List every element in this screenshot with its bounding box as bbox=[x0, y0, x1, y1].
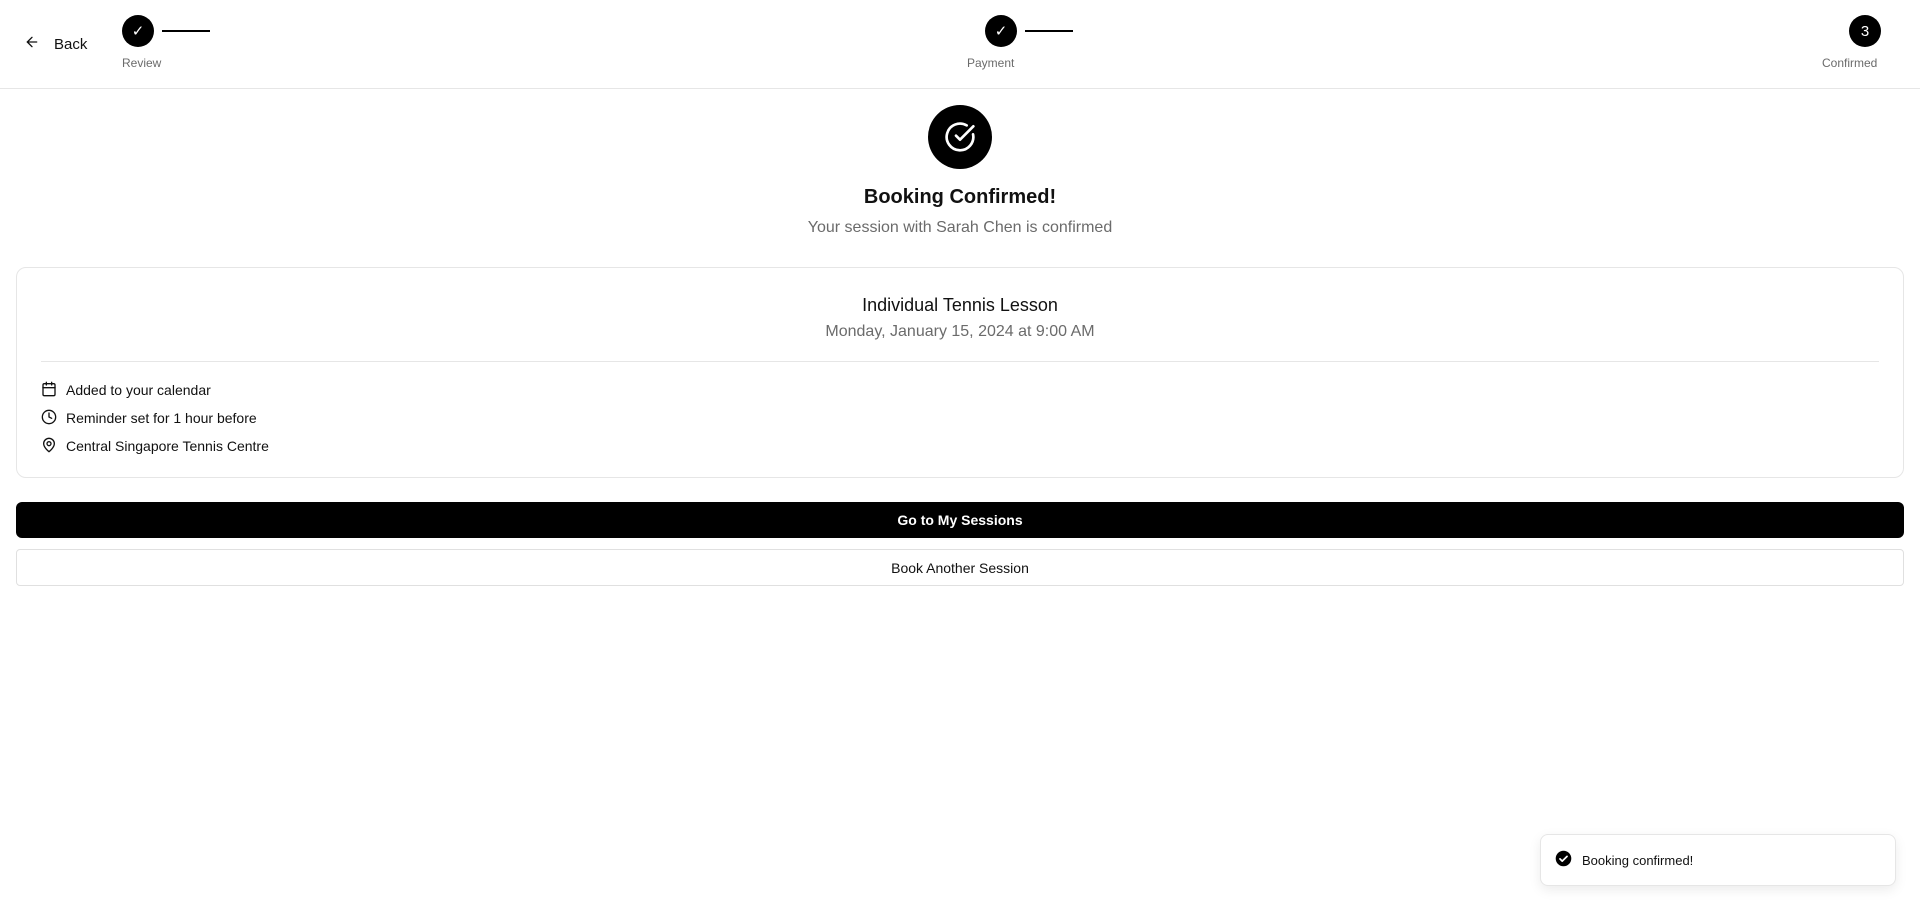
page-title: Booking Confirmed! bbox=[863, 186, 1057, 208]
info-item-text: Reminder set for 1 hour before bbox=[66, 410, 257, 426]
page-subtitle: Your session with Sarah Chen is confirme… bbox=[807, 219, 1113, 236]
step-review-label: Review bbox=[122, 56, 162, 70]
step-confirmed-indicator: 3 bbox=[1849, 15, 1881, 47]
stepper-header: Back ✓ Review ✓ Payment 3 Confirmed bbox=[0, 0, 1920, 89]
info-item-calendar: Added to your calendar bbox=[41, 376, 269, 404]
back-label: Back bbox=[54, 35, 88, 53]
map-pin-icon bbox=[41, 437, 57, 456]
lesson-title: Individual Tennis Lesson bbox=[862, 295, 1058, 315]
lesson-datetime: Monday, January 15, 2024 at 9:00 AM bbox=[825, 323, 1095, 340]
divider bbox=[41, 361, 1879, 362]
go-to-my-sessions-button[interactable]: Go to My Sessions bbox=[16, 502, 1904, 538]
info-item-text: Central Singapore Tennis Centre bbox=[66, 438, 269, 454]
book-another-session-button[interactable]: Book Another Session bbox=[16, 549, 1904, 586]
step-review-indicator: ✓ bbox=[122, 15, 154, 47]
step-connector bbox=[1025, 30, 1073, 32]
step-payment-indicator: ✓ bbox=[985, 15, 1017, 47]
calendar-icon bbox=[41, 381, 57, 400]
step-connector bbox=[162, 30, 210, 32]
clock-icon bbox=[41, 409, 57, 428]
step-confirmed-label: Confirmed bbox=[1822, 56, 1878, 70]
info-item-text: Added to your calendar bbox=[66, 382, 211, 398]
step-payment: ✓ Payment bbox=[967, 15, 1073, 70]
back-button[interactable]: Back bbox=[24, 31, 87, 57]
info-item-location: Central Singapore Tennis Centre bbox=[41, 432, 269, 460]
arrow-left-icon bbox=[24, 34, 40, 54]
booking-details-card: Individual Tennis Lesson Monday, January… bbox=[16, 267, 1904, 478]
info-item-reminder: Reminder set for 1 hour before bbox=[41, 404, 269, 432]
check-circle-filled-icon bbox=[1555, 850, 1572, 870]
booking-info-list: Added to your calendar Reminder set for … bbox=[41, 376, 269, 460]
toast-notification: Booking confirmed! bbox=[1540, 834, 1896, 886]
step-review: ✓ Review bbox=[122, 15, 210, 70]
step-confirmed: 3 Confirmed bbox=[1822, 15, 1881, 70]
toast-message: Booking confirmed! bbox=[1582, 852, 1694, 868]
step-payment-label: Payment bbox=[967, 56, 1015, 70]
circle-check-icon bbox=[928, 105, 992, 169]
